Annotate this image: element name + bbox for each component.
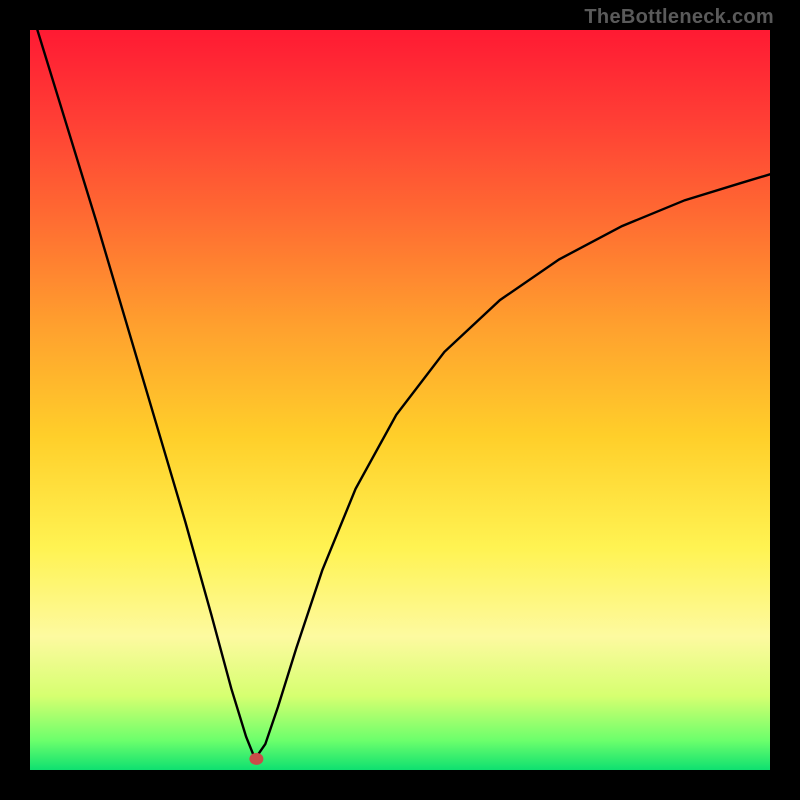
watermark-text: TheBottleneck.com xyxy=(584,6,774,29)
chart-frame: TheBottleneck.com xyxy=(0,0,800,800)
curve-layer xyxy=(30,30,770,770)
bottleneck-curve xyxy=(37,30,770,759)
optimum-marker xyxy=(249,753,263,765)
